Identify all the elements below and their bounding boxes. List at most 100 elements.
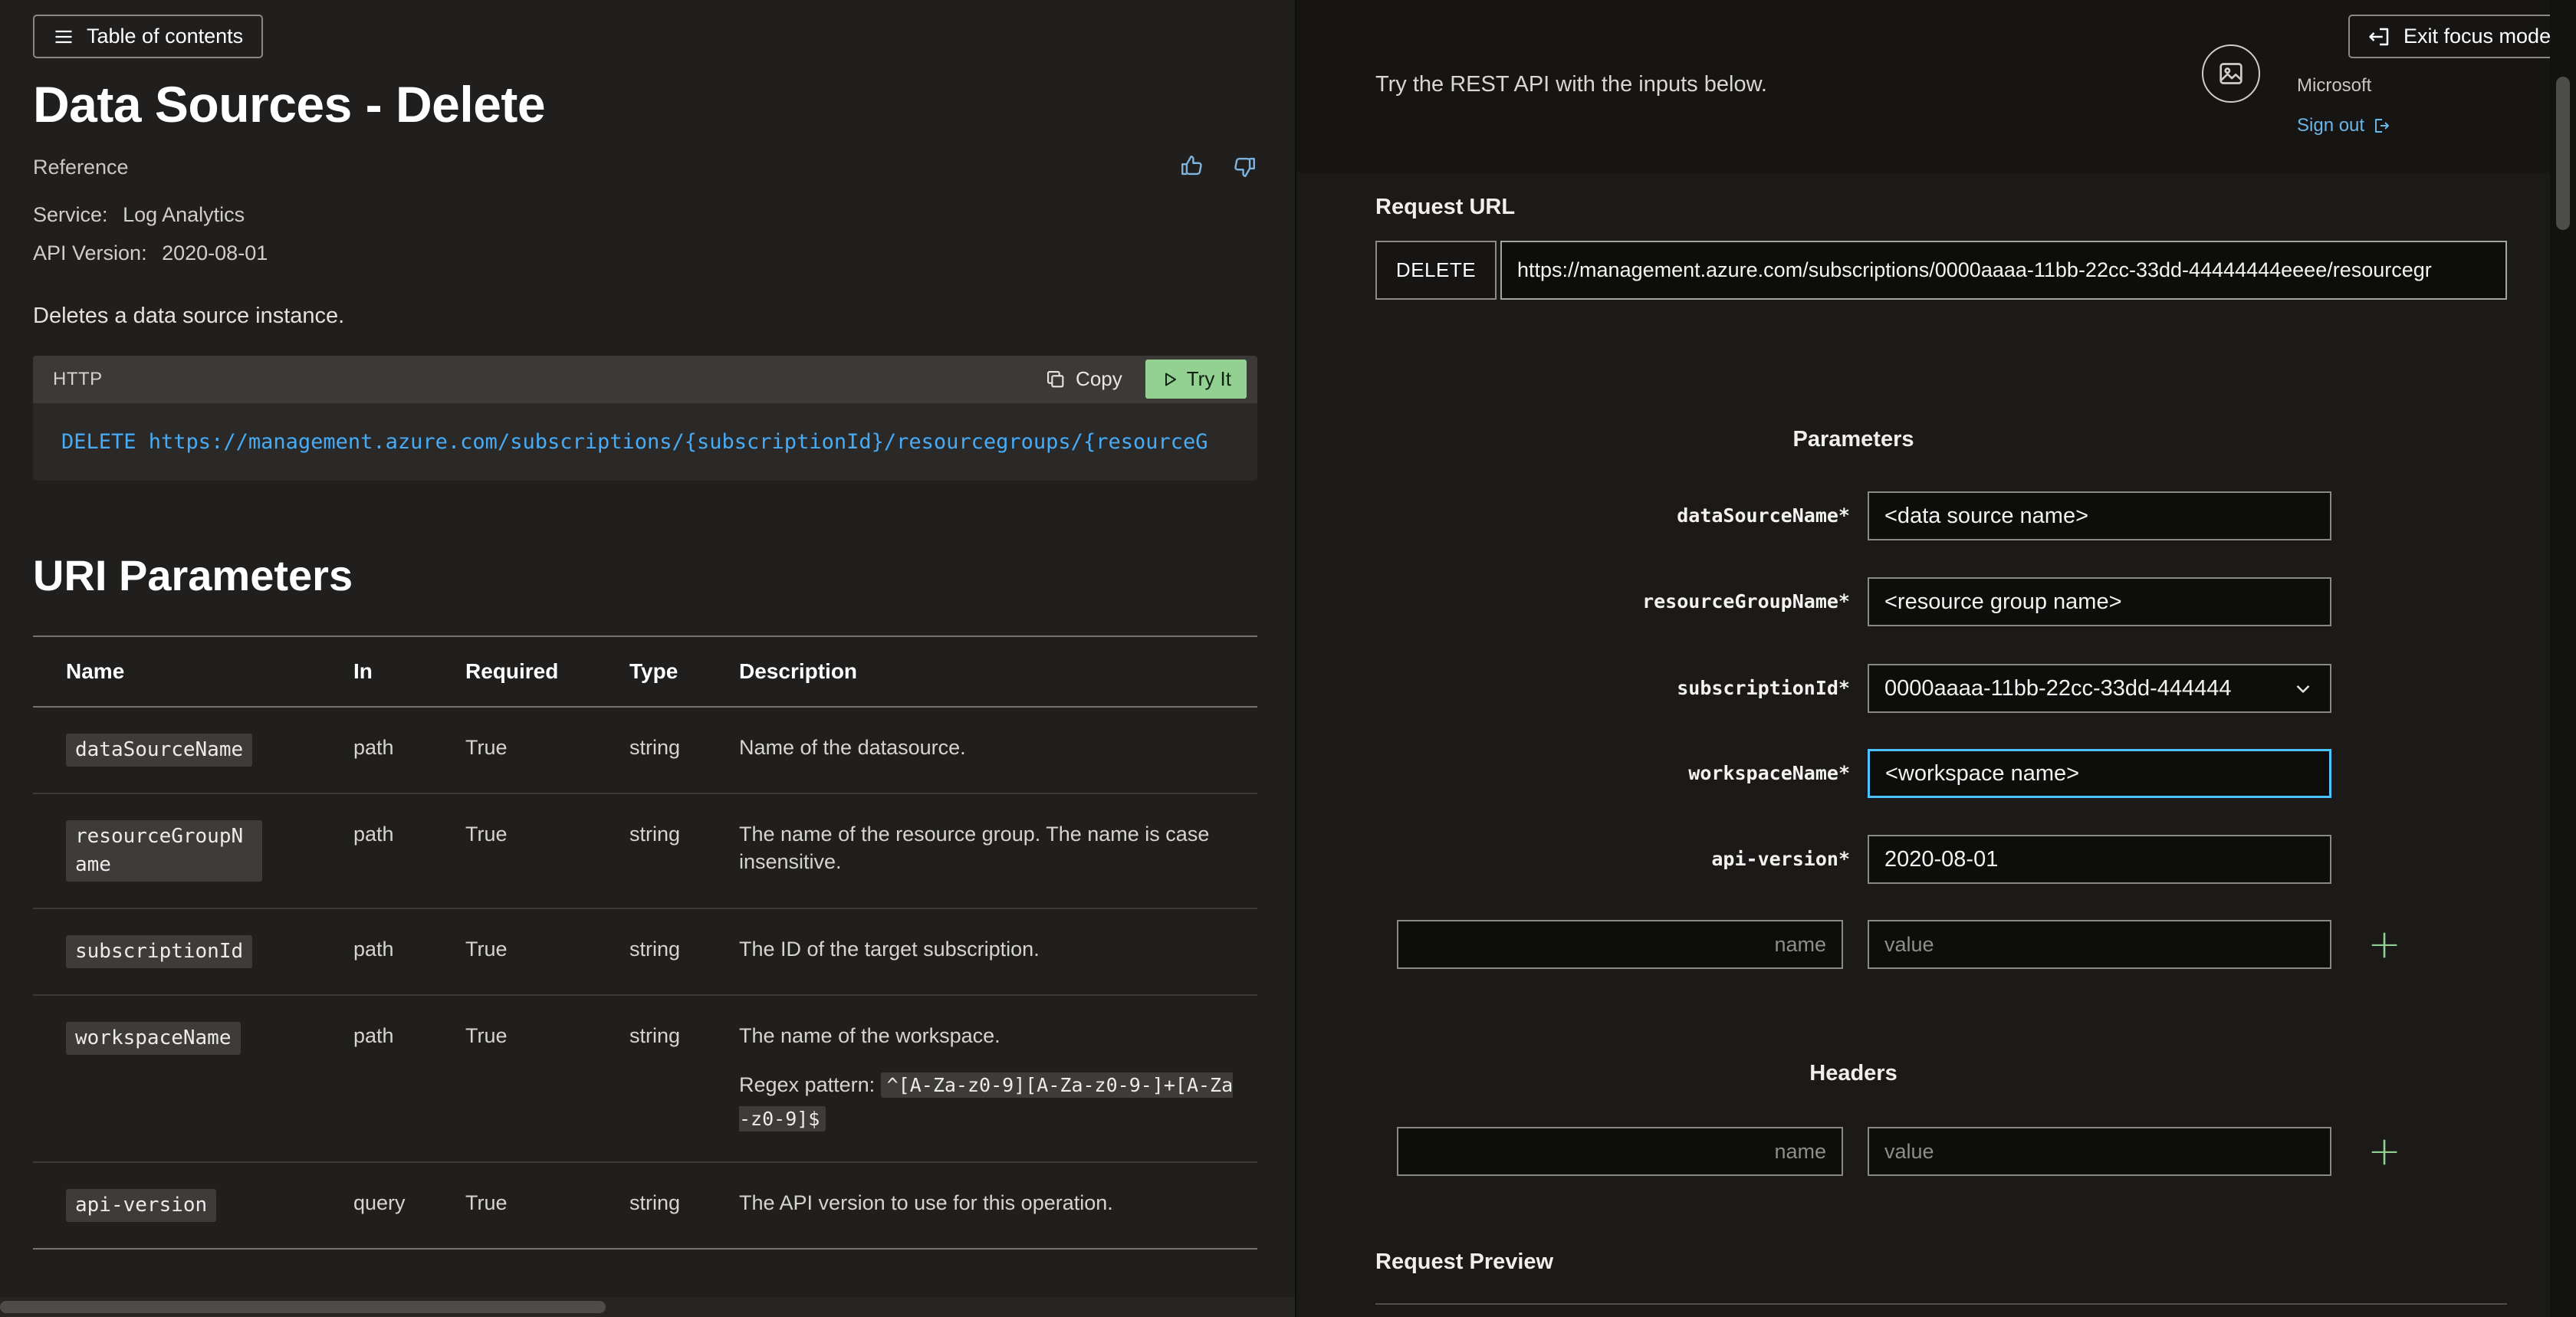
param-name-chip: workspaceName	[66, 1022, 241, 1055]
param-label-workspaceName: workspaceName*	[1375, 749, 1850, 798]
try-it-label: Try It	[1187, 367, 1231, 391]
table-row: api-version query True string The API ve…	[33, 1162, 1257, 1249]
sign-out-link[interactable]: Sign out	[2297, 115, 2390, 136]
toc-button-label: Table of contents	[87, 25, 243, 48]
horizontal-scrollbar-thumb[interactable]	[0, 1301, 606, 1313]
new-param-value-input[interactable]	[1868, 920, 2331, 969]
param-required: True	[465, 1162, 629, 1249]
param-row: dataSourceName*	[1375, 491, 2410, 540]
new-param-name-input[interactable]	[1397, 920, 1843, 969]
col-header-required: Required	[465, 636, 629, 707]
param-description: The name of the resource group. The name…	[739, 793, 1257, 908]
sign-out-label: Sign out	[2297, 115, 2364, 136]
toc-button[interactable]: Table of contents	[33, 15, 263, 58]
param-input-api-version[interactable]	[1868, 835, 2331, 884]
thumbs-up-icon	[1179, 153, 1205, 179]
param-description: The ID of the target subscription.	[739, 908, 1257, 995]
param-description: The name of the workspace.	[739, 1022, 1234, 1049]
param-description: Name of the datasource.	[739, 707, 1257, 793]
add-header-button[interactable]: +	[2363, 1130, 2406, 1173]
col-header-type: Type	[629, 636, 739, 707]
service-value: Log Analytics	[123, 203, 245, 226]
uri-parameters-table: Name In Required Type Description dataSo…	[33, 636, 1257, 1250]
docs-panel: Table of contents Data Sources - Delete …	[0, 0, 1295, 1317]
account-provider: Microsoft	[2297, 75, 2371, 97]
http-method-box: DELETE	[1375, 241, 1497, 300]
add-param-button[interactable]: +	[2363, 923, 2406, 966]
table-row: dataSourceName path True string Name of …	[33, 707, 1257, 793]
operation-summary: Deletes a data source instance.	[33, 304, 1257, 329]
try-it-panel: Try the REST API with the inputs below. …	[1295, 0, 2576, 1317]
request-url-input[interactable]	[1500, 241, 2507, 300]
param-name-chip: dataSourceName	[66, 734, 252, 767]
param-in: path	[353, 707, 465, 793]
param-name-chip: resourceGroupName	[66, 820, 262, 882]
param-required: True	[465, 995, 629, 1162]
param-label-api-version: api-version*	[1375, 835, 1850, 884]
thumbs-down-icon	[1231, 153, 1257, 179]
param-required: True	[465, 908, 629, 995]
headers-heading: Headers	[1375, 1061, 2331, 1086]
param-in: path	[353, 908, 465, 995]
uri-parameters-heading: URI Parameters	[33, 550, 1257, 601]
param-in: path	[353, 793, 465, 908]
photo-icon	[2216, 58, 2246, 89]
col-header-in: In	[353, 636, 465, 707]
exit-focus-mode-button[interactable]: Exit focus mode	[2348, 15, 2571, 58]
new-header-value-input[interactable]	[1868, 1127, 2331, 1176]
copy-button[interactable]: Copy	[1045, 367, 1122, 391]
col-header-description: Description	[739, 636, 1257, 707]
regex-pattern-label: Regex pattern:	[739, 1073, 881, 1096]
request-url-label: Request URL	[1375, 195, 1515, 220]
api-version-label: API Version:	[33, 241, 147, 264]
request-preview-divider	[1375, 1303, 2507, 1305]
new-header-name-input[interactable]	[1397, 1127, 1843, 1176]
param-name-chip: subscriptionId	[66, 935, 252, 968]
param-in: query	[353, 1162, 465, 1249]
try-it-intro: Try the REST API with the inputs below.	[1375, 72, 1767, 97]
vertical-scrollbar[interactable]	[2550, 0, 2576, 1317]
param-type: string	[629, 908, 739, 995]
service-label: Service:	[33, 203, 108, 226]
reference-label: Reference	[33, 156, 129, 179]
param-type: string	[629, 707, 739, 793]
account-avatar[interactable]	[2202, 44, 2260, 103]
param-description: The API version to use for this operatio…	[739, 1162, 1257, 1249]
param-input-resourceGroupName[interactable]	[1868, 577, 2331, 626]
http-code-block: HTTP Copy Try It	[33, 356, 1257, 481]
sign-out-icon	[2372, 117, 2390, 135]
code-language-label: HTTP	[53, 369, 103, 390]
param-row: subscriptionId* 0000aaaa-11bb-22cc-33dd-…	[1375, 664, 2410, 713]
horizontal-scrollbar[interactable]	[0, 1297, 1295, 1317]
col-header-name: Name	[33, 636, 353, 707]
param-required: True	[465, 793, 629, 908]
table-row: subscriptionId path True string The ID o…	[33, 908, 1257, 995]
param-row: workspaceName*	[1375, 749, 2410, 798]
param-label-resourceGroupName: resourceGroupName*	[1375, 577, 1850, 626]
page-title: Data Sources - Delete	[33, 75, 1257, 135]
param-input-dataSourceName[interactable]	[1868, 491, 2331, 540]
subscription-id-select[interactable]: 0000aaaa-11bb-22cc-33dd-444444	[1868, 664, 2331, 713]
table-row: workspaceName path True string The name …	[33, 995, 1257, 1162]
param-required: True	[465, 707, 629, 793]
feedback-buttons	[1179, 153, 1257, 182]
chevron-down-icon	[2292, 677, 2315, 700]
api-version-value: 2020-08-01	[162, 241, 268, 264]
param-type: string	[629, 793, 739, 908]
thumbs-up-button[interactable]	[1179, 153, 1205, 182]
vertical-scrollbar-thumb[interactable]	[2556, 77, 2570, 230]
param-row: resourceGroupName*	[1375, 577, 2410, 626]
table-header-row: Name In Required Type Description	[33, 636, 1257, 707]
param-label-subscriptionId: subscriptionId*	[1375, 664, 1850, 713]
thumbs-down-button[interactable]	[1231, 153, 1257, 182]
table-row: resourceGroupName path True string The n…	[33, 793, 1257, 908]
param-input-workspaceName[interactable]	[1868, 749, 2331, 798]
param-row: api-version*	[1375, 835, 2410, 884]
play-icon	[1161, 370, 1179, 389]
try-it-button[interactable]: Try It	[1145, 360, 1247, 399]
add-param-row: +	[1375, 920, 2410, 969]
param-type: string	[629, 995, 739, 1162]
parameters-heading: Parameters	[1375, 427, 2331, 452]
hamburger-icon	[53, 26, 74, 48]
request-code-line: DELETE https://management.azure.com/subs…	[61, 430, 1229, 454]
